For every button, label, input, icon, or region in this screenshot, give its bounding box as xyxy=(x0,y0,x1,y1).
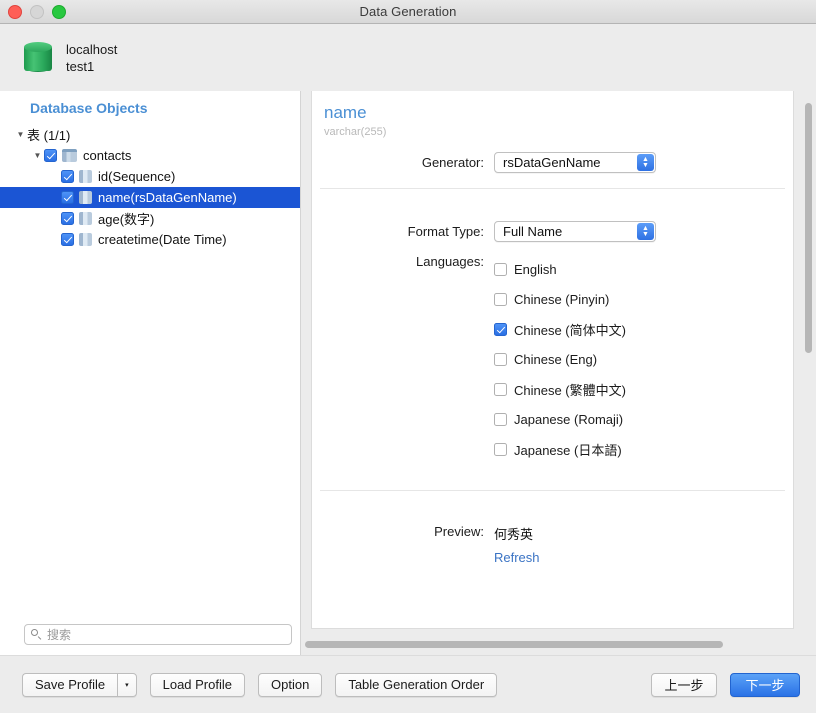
table-icon xyxy=(62,149,77,162)
language-option[interactable]: English xyxy=(494,254,626,284)
tree-item-checkbox[interactable] xyxy=(61,191,74,204)
divider-top xyxy=(320,188,785,189)
languages-checkbox-group: English Chinese (Pinyin) Chinese (简体中文) Chi… xyxy=(494,254,626,464)
save-profile-dropdown-arrow-icon[interactable]: ▾ xyxy=(117,672,137,697)
language-checkbox[interactable] xyxy=(494,442,507,456)
tree-item[interactable]: createtime(Date Time) xyxy=(0,229,300,250)
window-title: Data Generation xyxy=(359,4,457,19)
tree-item-checkbox[interactable] xyxy=(61,233,74,246)
tree-item-label: 表 (1/1) xyxy=(27,128,71,143)
preview-label: Preview: xyxy=(434,524,484,539)
divider-bottom xyxy=(320,490,785,491)
disclosure-triangle-icon[interactable]: ▼ xyxy=(14,130,27,139)
main-panel: name varchar(255) Generator: rsDataGenNa… xyxy=(301,91,816,655)
language-option[interactable]: Chinese (简体中文) xyxy=(494,314,626,344)
language-checkbox[interactable] xyxy=(494,352,507,366)
tree-item-checkbox[interactable] xyxy=(61,212,74,225)
tree-item-label: createtime(Date Time) xyxy=(98,232,227,247)
language-option[interactable]: Japanese (Romaji) xyxy=(494,404,626,434)
language-label: Chinese (繁體中文) xyxy=(514,382,626,398)
tree-item[interactable]: ▼ 表 (1/1) xyxy=(0,124,300,145)
sidebar-title: Database Objects xyxy=(30,100,148,116)
search-box[interactable] xyxy=(24,624,292,645)
tree-item-label: age(数字) xyxy=(98,212,155,227)
tree-item-checkbox[interactable] xyxy=(44,149,57,162)
previous-button[interactable]: 上一步 xyxy=(651,672,717,697)
generator-settings-panel: name varchar(255) Generator: rsDataGenNa… xyxy=(311,91,794,629)
preview-content: 何秀英 Refresh xyxy=(494,524,540,565)
next-button[interactable]: 下一步 xyxy=(730,672,800,697)
language-checkbox[interactable] xyxy=(494,262,507,276)
language-option[interactable]: Chinese (Eng) xyxy=(494,344,626,374)
language-option[interactable]: Japanese (日本語) xyxy=(494,434,626,464)
column-icon xyxy=(79,233,92,246)
data-generation-window: Data Generation localhost test1 Database… xyxy=(0,0,816,713)
language-checkbox[interactable] xyxy=(494,292,507,306)
generator-label: Generator: xyxy=(421,155,484,170)
format-type-label: Format Type: xyxy=(407,224,484,239)
tree-item[interactable]: ▼ contacts xyxy=(0,145,300,166)
search-icon xyxy=(31,629,42,640)
column-icon xyxy=(79,170,92,183)
database-objects-tree[interactable]: ▼ 表 (1/1) ▼ contacts id(Sequence) name(rsData… xyxy=(0,122,300,618)
column-icon xyxy=(79,212,92,225)
language-label: English xyxy=(514,261,557,277)
search-input[interactable] xyxy=(47,627,285,642)
tree-item[interactable]: age(数字) xyxy=(0,208,300,229)
save-profile-split-button[interactable]: Save Profile ▾ xyxy=(22,672,137,697)
generator-select[interactable]: rsDataGenName ▲ ▼ xyxy=(494,152,656,173)
column-icon xyxy=(79,191,92,204)
minimize-button[interactable] xyxy=(30,4,44,19)
tree-item-label: id(Sequence) xyxy=(98,169,176,184)
tree-item-label: name(rsDataGenName) xyxy=(98,190,237,205)
horizontal-scrollbar[interactable] xyxy=(305,641,728,648)
language-label: Chinese (Eng) xyxy=(514,351,598,367)
connection-info: localhost test1 xyxy=(66,41,117,75)
traffic-light-group xyxy=(8,0,66,23)
chevron-updown-icon: ▲ ▼ xyxy=(637,154,654,171)
generator-value: rsDataGenName xyxy=(503,155,601,170)
option-button[interactable]: Option xyxy=(258,672,323,697)
tree-item[interactable]: name(rsDataGenName) xyxy=(0,187,300,208)
window-body: Database Objects ▼ 表 (1/1) ▼ contacts id(Seq… xyxy=(0,91,816,655)
host-label: localhost xyxy=(66,41,118,57)
tree-item-checkbox[interactable] xyxy=(61,170,74,183)
language-option[interactable]: Chinese (繁體中文) xyxy=(494,374,626,404)
table-generation-order-button[interactable]: Table Generation Order xyxy=(335,672,498,697)
vertical-scrollbar[interactable] xyxy=(805,103,812,615)
load-profile-button[interactable]: Load Profile xyxy=(149,672,245,697)
title-bar: Data Generation xyxy=(0,0,816,24)
format-type-select[interactable]: Full Name ▲ ▼ xyxy=(494,221,656,242)
database-icon xyxy=(24,41,52,74)
chevron-updown-icon: ▲ ▼ xyxy=(637,223,654,240)
tree-item-label: contacts xyxy=(83,148,132,163)
disclosure-triangle-icon[interactable]: ▼ xyxy=(31,151,44,160)
horizontal-scrollbar-thumb[interactable] xyxy=(305,641,723,648)
language-label: Japanese (日本語) xyxy=(514,442,622,458)
page-title: name xyxy=(324,103,367,122)
language-label: Chinese (简体中文) xyxy=(514,322,626,338)
tree-item[interactable]: id(Sequence) xyxy=(0,166,300,187)
save-profile-button[interactable]: Save Profile xyxy=(22,672,118,697)
refresh-link[interactable]: Refresh xyxy=(494,550,540,565)
language-option[interactable]: Chinese (Pinyin) xyxy=(494,284,626,314)
sidebar: Database Objects ▼ 表 (1/1) ▼ contacts id(Seq… xyxy=(0,91,301,655)
vertical-scrollbar-thumb[interactable] xyxy=(805,103,812,353)
close-button[interactable] xyxy=(8,4,22,19)
connection-header: localhost test1 xyxy=(0,24,816,91)
format-type-value: Full Name xyxy=(503,224,563,239)
footer-toolbar: Save Profile ▾ Load Profile Option Table… xyxy=(0,655,816,713)
preview-value: 何秀英 xyxy=(494,527,534,542)
language-label: Chinese (Pinyin) xyxy=(514,291,610,307)
maximize-button[interactable] xyxy=(52,4,66,19)
language-label: Japanese (Romaji) xyxy=(514,411,624,427)
language-checkbox[interactable] xyxy=(494,322,507,336)
language-checkbox[interactable] xyxy=(494,412,507,426)
column-type-label: varchar(255) xyxy=(324,126,387,138)
sidebar-search-area xyxy=(0,618,300,655)
database-label: test1 xyxy=(66,58,95,74)
language-checkbox[interactable] xyxy=(494,382,507,396)
languages-label: Languages: xyxy=(416,254,484,269)
